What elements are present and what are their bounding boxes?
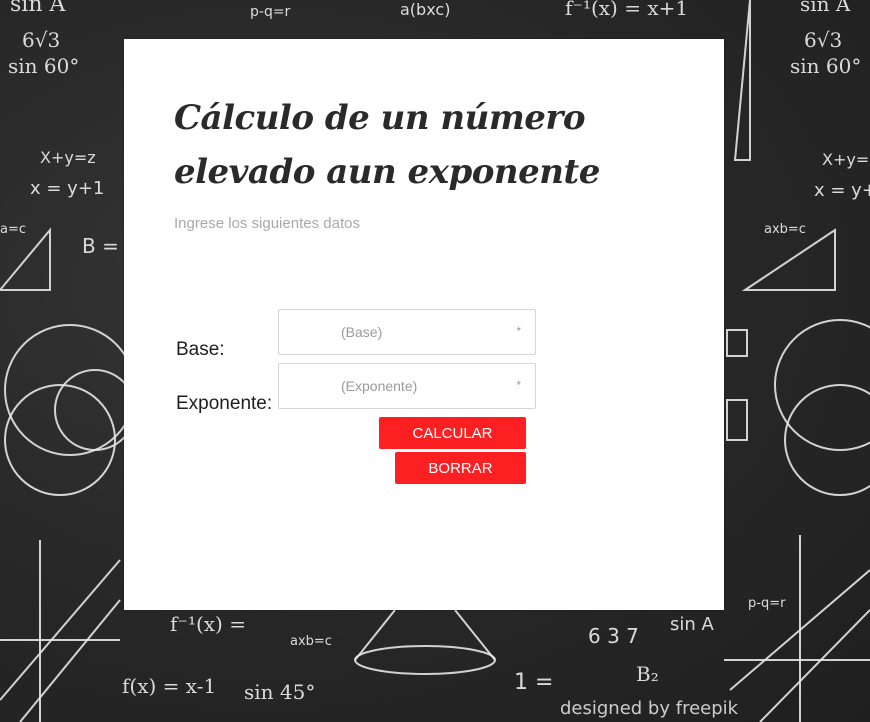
page-title: Cálculo de un número elevado aun exponen… (174, 98, 600, 192)
chalk-formula: 6 3 7 (588, 624, 639, 648)
page-subtitle: Ingrese los siguientes datos (174, 215, 360, 232)
calculate-button[interactable]: CALCULAR (379, 417, 526, 449)
chalk-formula: 1 = (514, 670, 554, 695)
chalk-formula: 6√3 (804, 28, 843, 52)
base-input[interactable] (279, 310, 535, 354)
chalk-formula: B₂ (636, 662, 659, 686)
chalk-formula: p-q=r (250, 4, 291, 20)
clear-button[interactable]: BORRAR (395, 452, 526, 484)
chalk-formula: sin A (10, 0, 66, 17)
chalk-formula: sin A (670, 614, 714, 635)
required-asterisk-icon: * (516, 378, 521, 392)
chalk-formula: sin 60° (8, 54, 80, 78)
chalk-formula: X+y=z (40, 148, 96, 167)
freepik-credit: designed by freepik (560, 698, 739, 719)
chalk-formula: f⁻¹(x) = (170, 612, 246, 636)
chalk-formula: 6√3 (22, 28, 61, 52)
chalk-formula: sin A (800, 0, 851, 16)
exponent-field[interactable]: * (278, 363, 536, 409)
chalk-formula: axb=c (764, 222, 806, 237)
exponent-input[interactable] (279, 364, 535, 408)
base-label: Base: (176, 339, 225, 360)
required-asterisk-icon: * (516, 324, 521, 338)
chalk-formula: X+y=z (822, 150, 870, 169)
chalk-formula: sin 60° (790, 54, 862, 78)
chalk-formula: a(bxc) (400, 0, 451, 19)
chalk-formula: sin 45° (244, 680, 316, 704)
chalk-formula: x = y+1 (814, 180, 870, 201)
chalk-formula: f(x) = x-1 (122, 674, 217, 698)
base-field[interactable]: * (278, 309, 536, 355)
chalk-formula: x = y+1 (30, 178, 105, 199)
chalk-formula: axb=c (290, 634, 332, 649)
chalk-formula: B = (82, 234, 119, 258)
chalk-formula: f⁻¹(x) = x+1 (565, 0, 689, 20)
exponent-label: Exponente: (176, 393, 273, 414)
chalk-formula: a=c (0, 222, 27, 237)
chalk-formula: p-q=r (748, 596, 786, 611)
calculator-card: Cálculo de un número elevado aun exponen… (124, 39, 724, 610)
